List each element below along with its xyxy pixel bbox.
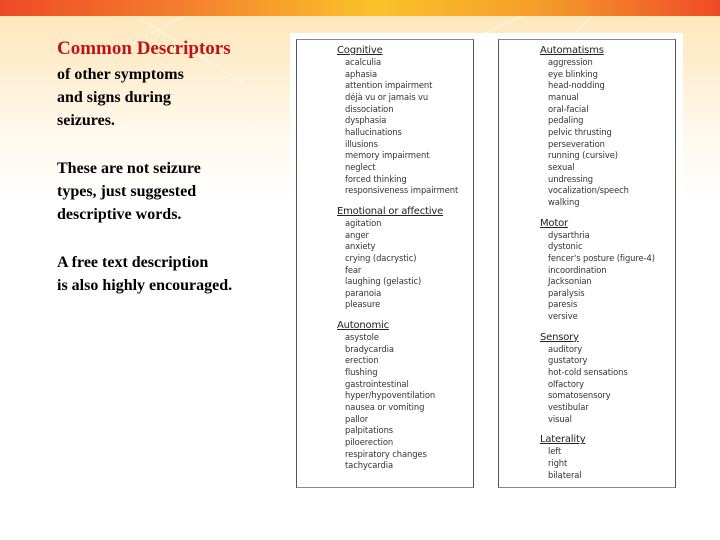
descriptor-item: oral-facial	[548, 103, 589, 114]
descriptor-item: dysarthria	[548, 229, 590, 240]
descriptor-item: attention impairment	[345, 80, 433, 91]
descriptor-item: dystonic	[548, 241, 583, 252]
descriptor-item: piloerection	[345, 437, 394, 448]
descriptor-item: memory impairment	[345, 150, 430, 161]
free-text-paragraph: A free text description is also highly e…	[57, 254, 233, 294]
descriptor-item: fencer's posture (figure-4)	[548, 252, 655, 263]
descriptor-item: incoordination	[548, 264, 607, 275]
descriptor-item: pallor	[345, 413, 369, 424]
descriptor-item: walking	[548, 196, 580, 207]
descriptor-item: hot-cold sensations	[548, 367, 628, 378]
section-heading: Emotional or affective	[337, 205, 444, 217]
descriptor-item: pedaling	[548, 115, 584, 126]
descriptor-item: déjà vu or jamais vu	[345, 91, 429, 102]
descriptor-item: gustatory	[548, 355, 588, 366]
descriptor-item: vocalization/speech	[548, 185, 629, 196]
descriptor-item: respiratory changes	[345, 448, 427, 459]
descriptor-item: aggression	[548, 57, 593, 67]
intro-paragraph: of other symptoms and signs during seizu…	[57, 66, 184, 129]
descriptor-item: forced thinking	[345, 173, 407, 184]
descriptor-item: running (cursive)	[548, 150, 618, 161]
descriptor-item: pleasure	[345, 299, 381, 310]
descriptor-item: hyper/hypoventilation	[345, 390, 436, 401]
descriptor-item: vestibular	[548, 402, 589, 413]
descriptor-item: auditory	[548, 343, 583, 354]
descriptor-item: gastrointestinal	[345, 378, 409, 389]
section-heading: Motor	[540, 217, 568, 229]
descriptor-item: dissociation	[345, 103, 394, 114]
descriptor-item: bradycardia	[345, 343, 394, 354]
descriptor-item: tachycardia	[345, 460, 393, 471]
descriptor-item: paresis	[548, 299, 578, 310]
descriptor-item: Jacksonian	[548, 276, 592, 287]
section-heading: Laterality	[540, 434, 586, 446]
descriptor-item: bilateral	[548, 469, 582, 480]
descriptor-item: eye blinking	[548, 68, 598, 79]
descriptor-item: asystole	[345, 332, 379, 343]
slide-title: Common Descriptors	[57, 38, 231, 59]
descriptor-item: aphasia	[345, 68, 378, 79]
descriptor-item: versive	[548, 311, 578, 322]
descriptor-section: Motor dysarthria dystonic fencer's posture …	[540, 217, 655, 323]
section-heading: Sensory	[540, 331, 579, 343]
descriptor-section: Cognitive acalculia aphasia attention impai…	[337, 44, 458, 197]
descriptor-item: palpitations	[345, 425, 394, 436]
descriptor-column-right: Automatisms aggression eye blinking head-no…	[540, 44, 655, 489]
descriptor-column-left: Cognitive acalculia aphasia attention impai…	[337, 44, 458, 480]
descriptor-section: Emotional or affective agitation anger anxi…	[337, 205, 458, 311]
descriptor-item: anger	[345, 229, 369, 240]
header-accent-bar	[0, 0, 720, 16]
descriptor-item: undressing	[548, 173, 594, 184]
descriptor-item: sexual	[548, 161, 575, 172]
section-heading: Automatisms	[540, 45, 604, 56]
section-heading: Autonomic	[337, 320, 389, 332]
descriptor-section: Sensory auditory gustatory hot-cold sensati…	[540, 331, 655, 426]
descriptor-item: right	[548, 458, 568, 469]
descriptor-item: dysphasia	[345, 115, 387, 126]
slide-text-block: Common Descriptors of other symptoms and…	[57, 38, 287, 322]
descriptor-item: hallucinations	[345, 126, 402, 137]
descriptor-item: head-nodding	[548, 80, 605, 91]
descriptor-section: Autonomic asystole bradycardia erection flus…	[337, 319, 458, 472]
descriptor-item: manual	[548, 91, 579, 102]
descriptor-item: responsiveness impairment	[345, 185, 459, 196]
descriptor-item: anxiety	[345, 241, 376, 252]
descriptor-item: crying (dacrystic)	[345, 252, 417, 263]
descriptor-item: perseveration	[548, 138, 605, 149]
descriptor-section: Automatisms aggression eye blinking head-no…	[540, 44, 655, 209]
descriptor-item: somatosensory	[548, 390, 611, 401]
descriptor-item: illusions	[345, 138, 378, 149]
descriptor-item: fear	[345, 264, 362, 275]
descriptor-section: Laterality left right bilateral	[540, 433, 655, 481]
descriptor-item: erection	[345, 355, 379, 366]
descriptor-item: visual	[548, 413, 572, 424]
section-heading: Cognitive	[337, 45, 383, 56]
descriptor-item: olfactory	[548, 378, 585, 389]
descriptor-item: acalculia	[345, 57, 381, 67]
descriptor-item: flushing	[345, 367, 378, 378]
note-paragraph: These are not seizure types, just sugges…	[57, 160, 201, 223]
descriptor-item: paranoia	[345, 287, 382, 298]
descriptor-item: paralysis	[548, 287, 585, 298]
descriptor-item: neglect	[345, 161, 376, 172]
descriptor-item: nausea or vomiting	[345, 402, 425, 413]
descriptor-item: agitation	[345, 217, 382, 228]
descriptor-item: laughing (gelastic)	[345, 276, 422, 287]
descriptor-item: left	[548, 446, 562, 457]
descriptor-item: pelvic thrusting	[548, 126, 612, 137]
